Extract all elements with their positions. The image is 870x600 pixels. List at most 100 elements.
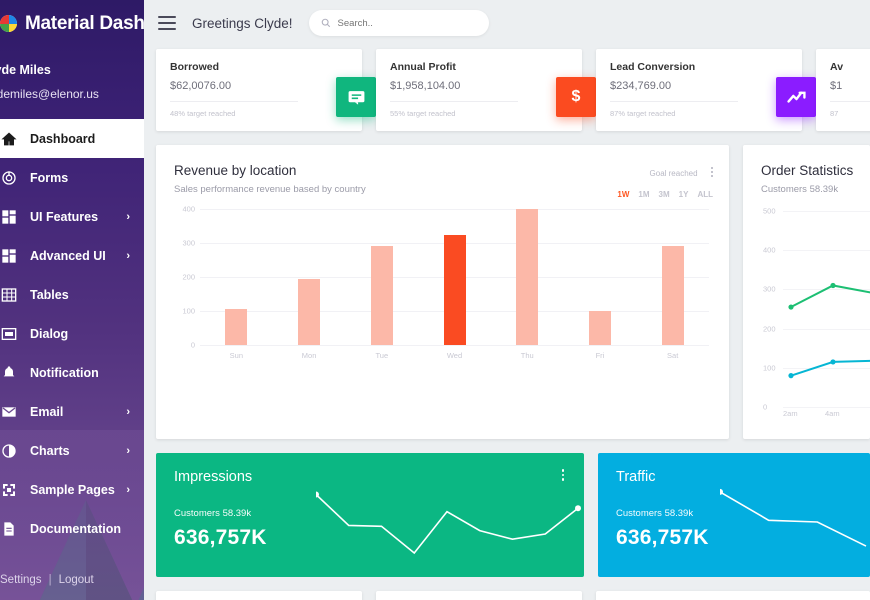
bell-icon [0, 364, 17, 381]
sidebar-footer: Settings | Logout [0, 574, 144, 586]
bottom-card-2[interactable] [376, 591, 582, 600]
bar-column[interactable] [564, 209, 637, 345]
x-tick: Mon [301, 351, 317, 360]
data-point [830, 282, 836, 289]
message-icon [348, 90, 364, 105]
order-statistics-card: Order Statistics Customers 58.39k 500 400… [743, 145, 870, 439]
revenue-bar-chart: 400 300 200 100 0 Sun Mon Tue Wed Thu Fri Sat [174, 205, 713, 369]
grid-icon [0, 208, 17, 225]
brand-name: Material Dash [25, 12, 144, 34]
range-1y[interactable]: 1Y [679, 190, 689, 199]
data-point [575, 505, 581, 512]
forms-icon [0, 169, 17, 186]
bar[interactable] [370, 246, 393, 345]
impressions-tile[interactable]: Impressions Customers 58.39k 636,757K [156, 453, 584, 577]
bar[interactable] [298, 278, 321, 345]
sidebar-item-documentation[interactable]: Documentation [0, 509, 144, 548]
sidebar-item-notification[interactable]: Notification [0, 353, 144, 392]
sidebar-item-ui-features[interactable]: UI Features › [0, 197, 144, 236]
stat-card-average[interactable]: Av $1 87 [816, 49, 870, 131]
sparkline-path [316, 493, 579, 555]
gridline [200, 345, 709, 346]
bar-column[interactable] [273, 209, 346, 345]
bar-column[interactable] [418, 209, 491, 345]
y-tick: 0 [190, 340, 195, 350]
bar-column[interactable] [491, 209, 564, 345]
search-icon [321, 18, 330, 28]
bar[interactable] [588, 311, 611, 345]
stat-cards-row: Borrowed $62,0076.00 48% target reached … [144, 49, 870, 131]
bottom-card-1[interactable] [156, 591, 362, 600]
bar[interactable] [516, 209, 539, 345]
y-axis-labels: 400 300 200 100 0 [174, 205, 198, 350]
sidebar-item-dashboard[interactable]: Dashboard [0, 119, 144, 158]
sidebar-item-label: Tables [30, 287, 69, 302]
stat-card-lead-conversion[interactable]: Lead Conversion $234,769.00 87% target r… [596, 49, 816, 131]
search-input[interactable] [337, 17, 477, 29]
y-tick: 500 [763, 206, 776, 216]
stat-value: $1,958,104.00 [390, 80, 518, 102]
x-tick: 2am [783, 409, 798, 418]
stat-title: Lead Conversion [610, 61, 696, 73]
y-tick: 100 [763, 363, 776, 373]
chevron-right-icon: › [126, 405, 130, 418]
hamburger-icon[interactable] [158, 16, 176, 30]
bar-column[interactable] [345, 209, 418, 345]
y-tick: 400 [763, 245, 776, 255]
tiles-row: Impressions Customers 58.39k 636,757K Tr… [144, 439, 870, 577]
main-content: Greetings Clyde! Borrowed $62,0076.00 48… [144, 0, 870, 600]
range-1m[interactable]: 1M [638, 190, 649, 199]
range-1w[interactable]: 1W [617, 190, 629, 199]
range-all[interactable]: ALL [697, 190, 713, 199]
sidebar-item-forms[interactable]: Forms [0, 158, 144, 197]
stat-value: $1 [830, 80, 870, 102]
order-statistics-title: Order Statistics [761, 163, 854, 178]
logout-link[interactable]: Logout [59, 574, 94, 586]
bar[interactable] [661, 246, 684, 345]
sidebar-item-dialog[interactable]: Dialog [0, 314, 144, 353]
stat-title: Av [830, 61, 844, 73]
order-statistics-line-chart: 500 400 300 200 100 0 2am 4am [761, 207, 870, 421]
sparkline-path [720, 491, 867, 547]
x-tick: Sun [229, 351, 244, 360]
brand[interactable]: Material Dash [0, 0, 144, 47]
stat-card-annual-profit[interactable]: Annual Profit $1,958,104.00 55% target r… [376, 49, 596, 131]
dashboard-app: Material Dash Clyde Miles clydemiles@ele… [0, 0, 870, 600]
sidebar-item-charts[interactable]: Charts › [0, 431, 144, 470]
data-point [788, 304, 794, 310]
x-tick: Sat [667, 351, 679, 360]
bar[interactable] [225, 309, 248, 345]
sidebar-item-tables[interactable]: Tables [0, 275, 144, 314]
range-filter-group: 1W 1M 3M 1Y ALL [617, 190, 713, 199]
settings-link[interactable]: Settings [0, 574, 42, 586]
chevron-right-icon: › [126, 210, 130, 223]
bottom-cards-row [144, 577, 870, 600]
bar-column[interactable] [636, 209, 709, 345]
greeting-text: Greetings Clyde! [192, 15, 293, 31]
bottom-card-3[interactable] [596, 591, 870, 600]
order-statistics-subtitle: Customers 58.39k [761, 184, 839, 195]
more-vertical-icon[interactable] [711, 166, 713, 177]
bar-column[interactable] [200, 209, 273, 345]
sidebar-item-advanced-ui[interactable]: Advanced UI › [0, 236, 144, 275]
sidebar-item-label: Advanced UI [30, 248, 106, 263]
bar[interactable] [443, 234, 466, 345]
y-tick: 100 [182, 306, 195, 316]
user-profile[interactable]: Clyde Miles clydemiles@elenor.us [0, 47, 144, 115]
traffic-sparkline [720, 488, 867, 547]
sidebar-item-label: Charts [30, 443, 70, 458]
search-box[interactable] [308, 10, 489, 36]
stat-card-borrowed[interactable]: Borrowed $62,0076.00 48% target reached [156, 49, 376, 131]
traffic-tile[interactable]: Traffic Customers 58.39k 636,757K [598, 453, 870, 577]
expand-icon [0, 481, 17, 498]
page-title: Revenue by location [174, 163, 297, 178]
stat-subtext: 55% target reached [390, 109, 456, 118]
y-tick: 400 [182, 204, 195, 214]
content-scroll: Borrowed $62,0076.00 48% target reached … [144, 46, 870, 600]
range-3m[interactable]: 3M [659, 190, 670, 199]
x-tick: 4am [825, 409, 840, 418]
sidebar-item-label: Sample Pages [30, 482, 115, 497]
sidebar-item-sample-pages[interactable]: Sample Pages › [0, 470, 144, 509]
sidebar-item-email[interactable]: Email › [0, 392, 144, 431]
grid-icon [0, 247, 17, 264]
